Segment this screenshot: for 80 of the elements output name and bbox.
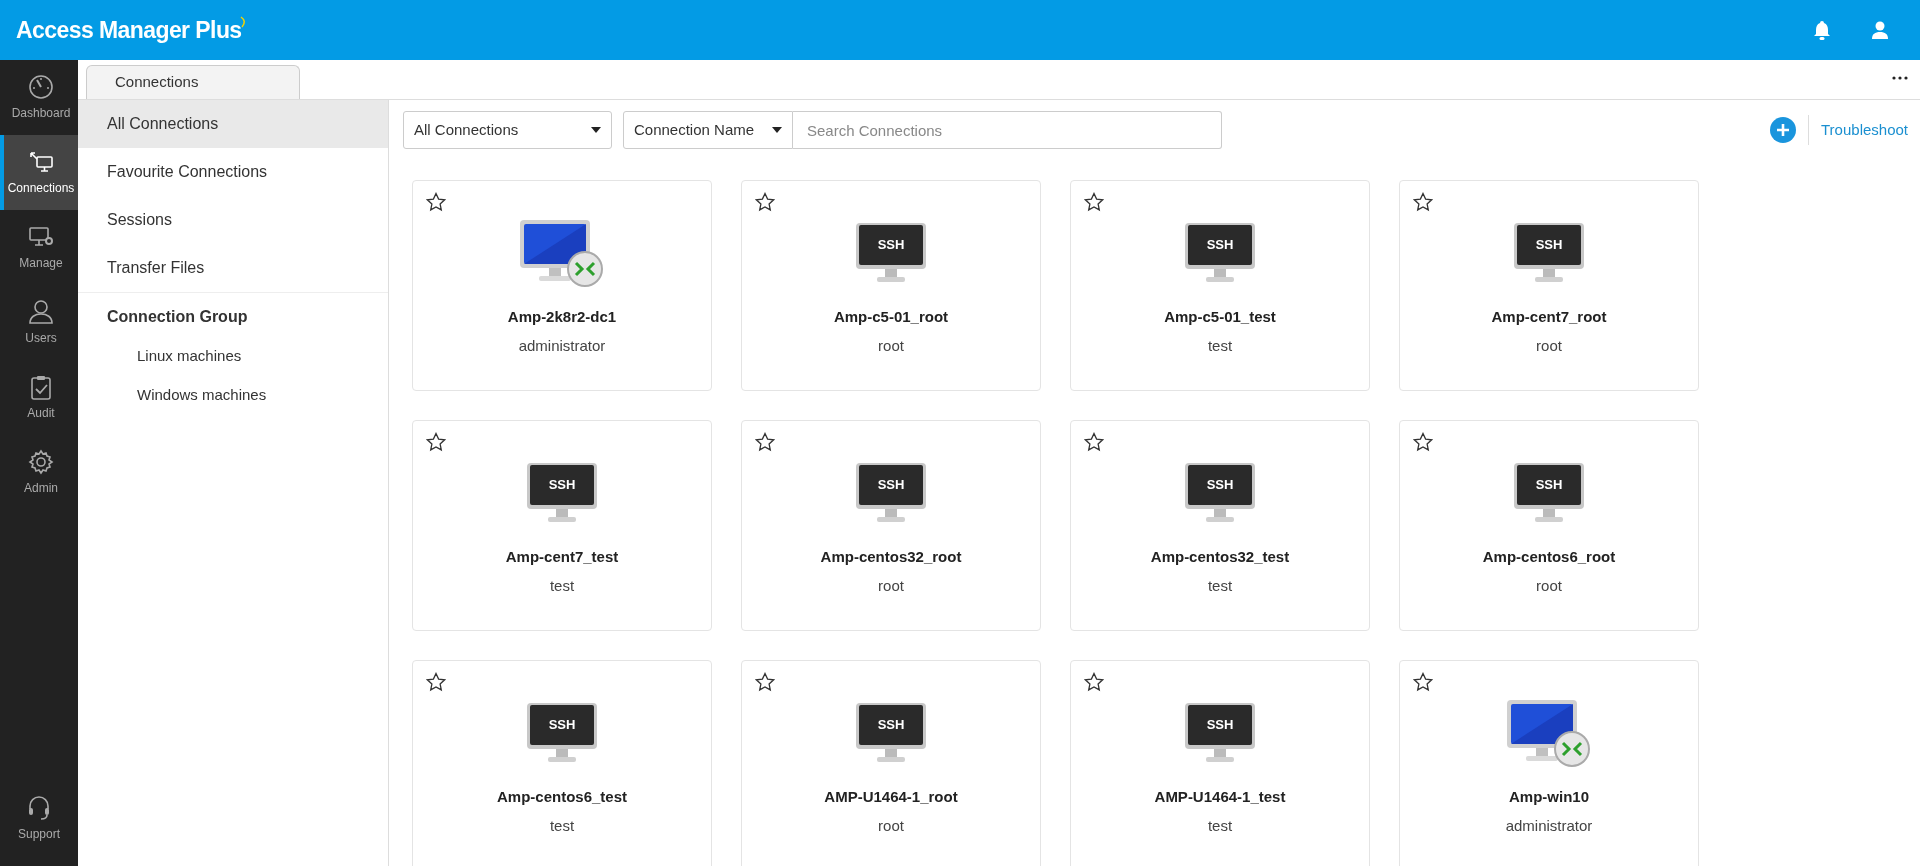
star-icon[interactable] [1413, 432, 1433, 452]
connection-card[interactable]: SSH Amp-centos32_test test [1070, 420, 1370, 631]
star-icon[interactable] [755, 432, 775, 452]
logo-swoosh-icon [239, 16, 248, 28]
star-icon[interactable] [1084, 672, 1104, 692]
gauge-icon [28, 73, 54, 100]
connection-card[interactable]: Amp-win10 administrator [1399, 660, 1699, 866]
connection-card[interactable]: SSH Amp-c5-01_test test [1070, 180, 1370, 391]
star-icon[interactable] [426, 192, 446, 212]
add-connection-button[interactable] [1770, 117, 1796, 143]
connection-name: Amp-2k8r2-dc1 [507, 307, 617, 327]
nav-rail-item[interactable]: Admin [0, 435, 78, 510]
connection-card[interactable]: SSH Amp-centos6_root root [1399, 420, 1699, 631]
connection-user: root [1536, 575, 1562, 596]
user-icon [28, 298, 54, 325]
nav-rail-item[interactable]: Users [0, 285, 78, 360]
troubleshoot-link[interactable]: Troubleshoot [1821, 118, 1908, 142]
connection-name: Amp-win10 [1509, 787, 1589, 807]
more-options-icon [1892, 76, 1908, 80]
star-icon[interactable] [755, 672, 775, 692]
connection-card[interactable]: SSH Amp-centos6_test test [412, 660, 712, 866]
connection-user: test [549, 575, 575, 596]
nav-rail-item[interactable]: Dashboard [0, 60, 78, 135]
headset-icon [27, 795, 51, 821]
connection-user: test [549, 815, 575, 836]
connection-user: root [1536, 335, 1562, 356]
connection-card[interactable]: Amp-2k8r2-dc1 administrator [412, 180, 712, 391]
group-heading: Connection Group [106, 307, 249, 327]
connection-card[interactable]: SSH Amp-cent7_root root [1399, 180, 1699, 391]
star-icon[interactable] [1084, 192, 1104, 212]
connection-user: administrator [1505, 815, 1593, 836]
remote-desktop-monitor-icon [519, 218, 605, 288]
connection-user: root [878, 575, 904, 596]
star-icon[interactable] [755, 192, 775, 212]
connection-card[interactable]: SSH AMP-U1464-1_root root [741, 660, 1041, 866]
group-item[interactable]: Linux machines [78, 337, 388, 376]
connection-name: Amp-c5-01_test [1164, 307, 1276, 327]
star-icon[interactable] [1413, 192, 1433, 212]
connection-card[interactable]: SSH Amp-c5-01_root root [741, 180, 1041, 391]
connection-name: Amp-centos6_root [1482, 547, 1616, 567]
connection-name: AMP-U1464-1_test [1154, 787, 1286, 807]
search-by-dropdown[interactable]: Connection Name [623, 111, 793, 149]
tab[interactable]: Connections [86, 65, 300, 99]
sidebar-item[interactable]: All Connections [78, 100, 388, 148]
connection-name: AMP-U1464-1_root [824, 787, 958, 807]
connection-user: administrator [518, 335, 606, 356]
connection-user: root [878, 815, 904, 836]
star-icon[interactable] [426, 672, 446, 692]
connection-card[interactable]: SSH Amp-cent7_test test [412, 420, 712, 631]
connection-name: Amp-centos6_test [496, 787, 627, 807]
bell-icon [1813, 20, 1831, 40]
plus-icon [1776, 123, 1790, 137]
connection-name: Amp-centos32_test [1150, 547, 1290, 567]
nav-rail-item[interactable]: Audit [0, 360, 78, 435]
nav-rail-item[interactable]: Connections [0, 135, 78, 210]
gear-icon [28, 448, 54, 475]
star-icon[interactable] [1084, 432, 1104, 452]
connection-name: Amp-c5-01_root [833, 307, 949, 327]
caret-icon [591, 127, 601, 133]
connection-card[interactable]: SSH AMP-U1464-1_test test [1070, 660, 1370, 866]
search-field[interactable]: Search Connections [793, 111, 1222, 149]
caret-icon [772, 127, 782, 133]
star-icon[interactable] [1413, 672, 1433, 692]
remote-desktop-monitor-icon [1506, 698, 1592, 768]
support-nav-item[interactable]: Support [0, 780, 78, 858]
connection-user: test [1207, 815, 1233, 836]
connection-name: Amp-cent7_root [1491, 307, 1607, 327]
connection-user: test [1207, 335, 1233, 356]
connection-user: test [1207, 575, 1233, 596]
nav-rail-item[interactable]: Manage [0, 210, 78, 285]
connection-card[interactable]: SSH Amp-centos32_root root [741, 420, 1041, 631]
group-item[interactable]: Windows machines [78, 376, 388, 415]
connection-user: root [878, 335, 904, 356]
connection-name: Amp-cent7_test [505, 547, 619, 567]
clipboard-check-icon [28, 373, 54, 400]
app-logo: Access Manager Plus [16, 15, 242, 45]
user-icon [1871, 21, 1889, 39]
star-icon[interactable] [426, 432, 446, 452]
connection-name: Amp-centos32_root [820, 547, 962, 567]
filter-dropdown[interactable]: All Connections [403, 111, 612, 149]
